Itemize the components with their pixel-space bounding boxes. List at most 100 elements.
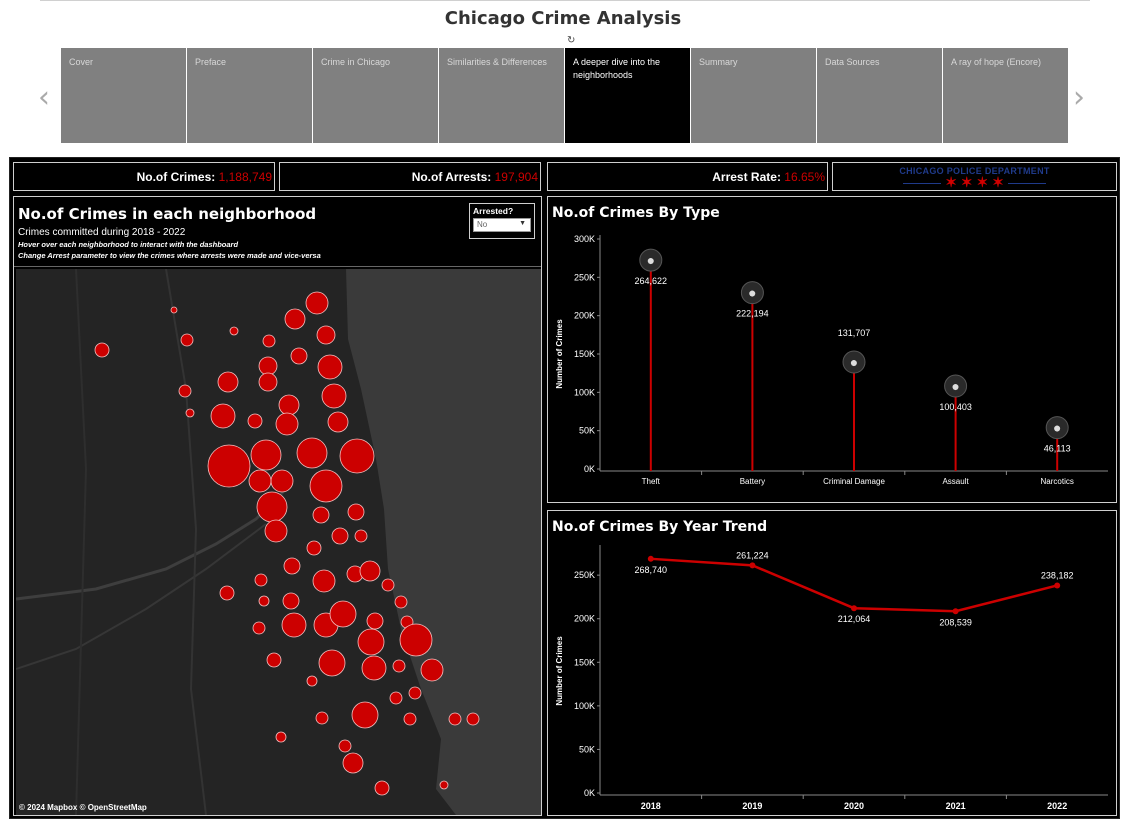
neighborhood-bubble[interactable] [351,701,379,729]
top-divider [40,0,1090,1]
neighborhood-bubble[interactable] [283,557,301,575]
neighborhood-bubble[interactable] [312,569,336,593]
year-point[interactable] [952,608,959,615]
neighborhood-bubble[interactable] [258,595,270,607]
neighborhood-bubble[interactable] [258,356,278,376]
svg-text:●: ● [850,354,858,370]
neighborhood-bubble[interactable] [258,372,278,392]
neighborhood-bubble[interactable] [207,444,251,488]
neighborhood-bubble[interactable] [247,413,263,429]
neighborhood-bubble[interactable] [306,540,322,556]
chevron-left-icon[interactable]: ‹ [38,80,50,115]
neighborhood-bubble[interactable] [284,308,306,330]
neighborhood-bubble[interactable] [392,659,406,673]
year-trend-line[interactable] [650,557,1058,613]
neighborhood-bubble[interactable] [275,412,299,436]
neighborhood-bubble[interactable] [219,585,235,601]
neighborhood-bubble[interactable] [327,411,349,433]
arrested-select[interactable]: No ▼ [473,218,531,232]
type-category-label: Battery [740,477,765,486]
neighborhood-bubble[interactable] [262,334,276,348]
neighborhood-bubble[interactable] [170,306,178,314]
revert-icon[interactable]: ↻ [567,35,575,46]
neighborhood-bubble[interactable] [278,394,300,416]
chevron-right-icon[interactable]: › [1073,80,1085,115]
crimes-by-year-chart[interactable]: 0K 50K 100K 150K 200K 250K Number of Crimes 268… [548,511,1116,815]
neighborhood-bubble[interactable] [217,371,239,393]
neighborhood-bubble[interactable] [270,469,294,493]
neighborhood-bubble[interactable] [315,711,329,725]
neighborhood-bubble[interactable] [331,527,349,545]
neighborhood-bubble[interactable] [381,578,395,592]
neighborhood-bubble[interactable] [318,649,346,677]
neighborhood-bubble[interactable] [394,595,408,609]
tab-ray-of-hope[interactable]: A ray of hope (Encore) [943,48,1068,143]
map-header: No.of Crimes in each neighborhood Crimes… [14,197,541,267]
year-point[interactable] [1054,582,1061,589]
neighborhood-bubble[interactable] [374,780,390,796]
tab-preface[interactable]: Preface [187,48,312,143]
neighborhood-bubble[interactable] [254,573,268,587]
neighborhood-bubble[interactable] [321,383,347,409]
neighborhood-bubble[interactable] [180,333,194,347]
angry-man-icon: ● [740,281,764,305]
tab-cover[interactable]: Cover [61,48,186,143]
neighborhood-bubble[interactable] [448,712,462,726]
neighborhood-bubble[interactable] [281,612,307,638]
neighborhood-bubble[interactable] [466,712,480,726]
neighborhood-bubble[interactable] [339,438,375,474]
tab-deeper-dive[interactable]: A deeper dive into the neighborhoods [565,48,690,143]
neighborhood-bubble[interactable] [266,652,282,668]
neighborhood-bubble[interactable] [309,469,343,503]
tab-data-sources[interactable]: Data Sources [817,48,942,143]
map-svg[interactable] [16,269,541,815]
neighborhood-bubble[interactable] [420,658,444,682]
neighborhood-bubble[interactable] [312,506,330,524]
year-point[interactable] [851,605,857,612]
neighborhood-bubble[interactable] [306,675,318,687]
tab-crime-in-chicago[interactable]: Crime in Chicago [313,48,438,143]
kpi-crimes-value: 1,188,749 [218,170,272,184]
neighborhood-bubble[interactable] [389,691,403,705]
neighborhood-bubble[interactable] [296,437,328,469]
neighborhood-bubble[interactable] [317,354,343,380]
neighborhood-bubble[interactable] [342,752,364,774]
neighborhood-bubble[interactable] [359,560,381,582]
neighborhood-bubble[interactable] [338,739,352,753]
neighborhood-bubble[interactable] [399,623,433,657]
neighborhood-bubble[interactable] [185,408,195,418]
neighborhood-bubble[interactable] [305,291,329,315]
neighborhood-bubble[interactable] [329,600,357,628]
neighborhood-bubble[interactable] [250,439,282,471]
neighborhood-bubble[interactable] [248,469,272,493]
punch-icon: ● [944,374,968,398]
neighborhood-bubble[interactable] [94,342,110,358]
neighborhood-bubble[interactable] [361,655,387,681]
police-logo: CHICAGO POLICE DEPARTMENT ✶ ✶ ✶ ✶ [832,162,1117,191]
neighborhood-bubble[interactable] [366,612,384,630]
tab-similarities[interactable]: Similarities & Differences [439,48,564,143]
neighborhood-bubble[interactable] [439,780,449,790]
year-point[interactable] [749,562,756,569]
neighborhood-bubble[interactable] [347,503,365,521]
neighborhood-bubble[interactable] [264,519,288,543]
neighborhood-bubble[interactable] [282,592,300,610]
neighborhood-bubble[interactable] [290,347,308,365]
crimes-by-type-chart[interactable]: 0K 50K 100K 150K 200K 250K 300K Number of Crime… [548,197,1116,502]
neighborhood-bubble[interactable] [357,628,385,656]
neighborhood-bubble[interactable] [252,621,266,635]
map-canvas[interactable]: © 2024 Mapbox © OpenStreetMap [16,269,541,815]
neighborhood-bubble[interactable] [178,384,192,398]
neighborhood-bubble[interactable] [229,326,239,336]
story-tabs: Cover Preface Crime in Chicago Similarit… [61,48,1069,143]
neighborhood-bubble[interactable] [354,529,368,543]
year-point[interactable] [647,555,654,562]
neighborhood-bubble[interactable] [275,731,287,743]
tab-summary[interactable]: Summary [691,48,816,143]
neighborhood-bubble[interactable] [408,686,422,700]
neighborhood-bubble[interactable] [403,712,417,726]
neighborhood-bubble[interactable] [316,325,336,345]
neighborhood-bubble[interactable] [210,403,236,429]
map-title: No.of Crimes in each neighborhood [18,205,317,223]
neighborhood-bubble[interactable] [256,491,288,523]
